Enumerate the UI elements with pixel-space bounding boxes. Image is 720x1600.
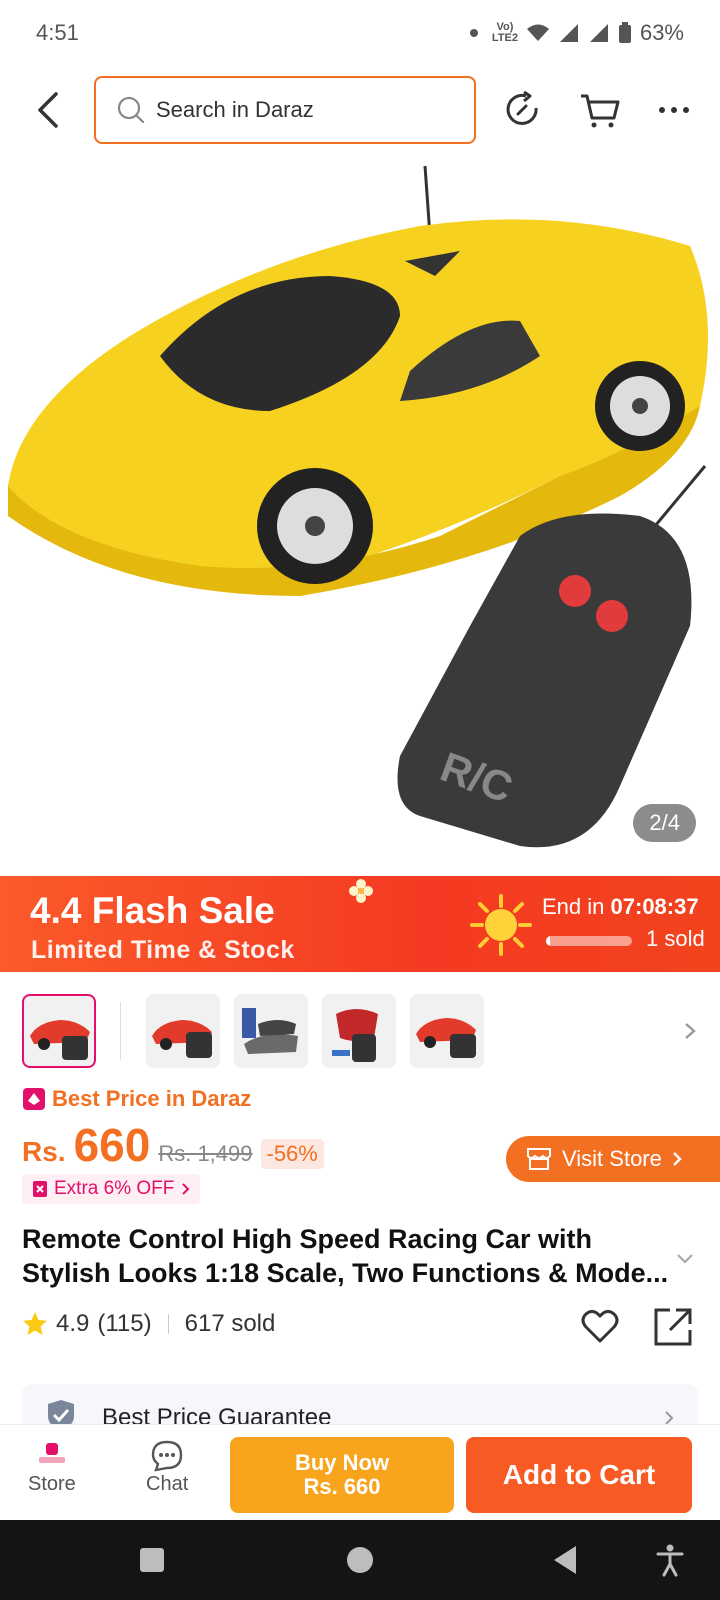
status-icons: Vo) LTE2 63%	[469, 20, 684, 46]
search-input[interactable]: Search in Daraz	[94, 76, 476, 144]
price-tag-icon	[23, 1088, 45, 1110]
chat-icon	[151, 1440, 183, 1472]
status-time: 4:51	[36, 20, 79, 45]
more-options-icon[interactable]	[654, 88, 698, 132]
best-price-label: Best Price in Daraz	[52, 1086, 252, 1111]
store-icon	[527, 1148, 551, 1170]
add-to-cart-button[interactable]: Add to Cart	[466, 1437, 692, 1513]
cart-icon[interactable]	[578, 88, 622, 132]
product-title[interactable]: Remote Control High Speed Racing Car wit…	[22, 1222, 672, 1290]
end-time: 07:08:37	[610, 894, 699, 919]
flash-end-timer: End in 07:08:37	[542, 894, 699, 920]
home-icon[interactable]	[342, 1542, 378, 1578]
notification-dot-icon	[469, 29, 478, 37]
share-icon[interactable]	[652, 1306, 694, 1348]
buy-now-label: Buy Now	[294, 1450, 390, 1475]
thumbnail-3[interactable]	[234, 994, 308, 1068]
store-label: Store	[28, 1473, 76, 1495]
best-price-badge: Best Price in Daraz	[22, 1086, 251, 1112]
original-price: Rs. 1,499	[158, 1141, 253, 1166]
thumbnail-remote-image	[332, 1009, 378, 1062]
buy-now-price: Rs. 660	[303, 1474, 381, 1499]
sold-progress-bar	[546, 936, 632, 946]
bottom-action-bar: Store Chat Buy Now Rs. 660 Add to Cart	[0, 1424, 720, 1520]
status-bar: 4:51 Vo) LTE2 63%	[0, 0, 720, 66]
image-counter: 2/4	[633, 804, 696, 842]
variant-thumbnails	[22, 994, 702, 1068]
signal-icon-2	[589, 24, 608, 42]
share-refresh-icon[interactable]	[502, 88, 546, 132]
visit-store-label: Visit Store	[562, 1146, 662, 1171]
chevron-right-icon	[673, 1152, 682, 1166]
rating-divider	[167, 1314, 169, 1334]
search-icon	[117, 96, 145, 124]
review-count: (115)	[97, 1310, 152, 1337]
add-to-cart-label: Add to Cart	[502, 1459, 656, 1490]
recents-icon[interactable]	[134, 1542, 170, 1578]
star-icon	[23, 1312, 47, 1335]
chat-button[interactable]: Chat	[146, 1439, 188, 1496]
end-label: End in	[542, 894, 605, 919]
rating-row[interactable]: 4.9 (115) 617 sold	[22, 1310, 275, 1338]
thumbnail-car-image	[30, 1020, 90, 1060]
thumbnail-cars-image	[242, 1008, 298, 1054]
current-price: 660	[73, 1119, 151, 1171]
thumbnail-car-image	[152, 1020, 212, 1058]
thumbnail-car-image	[416, 1018, 476, 1058]
sun-icon	[470, 894, 532, 956]
flower-icon	[349, 879, 373, 903]
extra-off-label: Extra 6% OFF	[54, 1178, 175, 1199]
battery-percent: 63%	[639, 20, 684, 45]
system-nav-bar	[0, 1520, 720, 1600]
top-header: Search in Daraz	[0, 66, 720, 154]
flash-sale-banner[interactable]: 4.4 Flash Sale Limited Time & Stock End …	[0, 876, 720, 972]
price-row: Rs. 660 Rs. 1,499 -56%	[22, 1118, 324, 1172]
thumbnail-1[interactable]	[22, 994, 96, 1068]
accessibility-icon[interactable]	[652, 1542, 688, 1578]
flash-sold-count: 1 sold	[646, 926, 705, 951]
sold-progress-fill	[546, 936, 551, 946]
signal-icon	[559, 24, 578, 42]
rc-car-image: R/C	[8, 165, 708, 848]
chevron-down-icon[interactable]	[676, 1252, 694, 1266]
flash-sale-subtitle: Limited Time & Stock	[31, 936, 295, 964]
thumbnail-5[interactable]	[410, 994, 484, 1068]
wifi-icon	[526, 24, 549, 41]
back-arrow-icon[interactable]	[30, 88, 70, 132]
search-placeholder: Search in Daraz	[156, 97, 314, 122]
flash-sale-title: 4.4 Flash Sale	[30, 890, 275, 931]
chat-label: Chat	[146, 1473, 189, 1495]
sold-count: 617 sold	[184, 1310, 276, 1337]
chevron-right-icon[interactable]	[680, 1016, 700, 1046]
thumbnail-4[interactable]	[322, 994, 396, 1068]
product-image[interactable]: R/C 2/4	[0, 156, 720, 876]
battery-icon	[618, 22, 631, 43]
store-logo-icon	[38, 1443, 65, 1463]
currency-label: Rs.	[22, 1136, 66, 1167]
visit-store-button[interactable]: Visit Store	[506, 1136, 720, 1182]
store-button[interactable]: Store	[28, 1439, 76, 1496]
rating-value: 4.9	[56, 1310, 90, 1337]
buy-now-button[interactable]: Buy Now Rs. 660	[230, 1437, 454, 1513]
wishlist-heart-icon[interactable]	[580, 1306, 620, 1346]
thumbnail-divider	[120, 1002, 121, 1060]
thumbnail-2[interactable]	[146, 994, 220, 1068]
chevron-right-icon	[182, 1183, 190, 1195]
volte-icon: Vo) LTE2	[491, 21, 518, 44]
extra-off-voucher[interactable]: Extra 6% OFF	[22, 1174, 201, 1204]
voucher-icon	[33, 1181, 47, 1197]
discount-badge: -56%	[260, 1139, 324, 1169]
back-icon[interactable]	[548, 1542, 584, 1578]
